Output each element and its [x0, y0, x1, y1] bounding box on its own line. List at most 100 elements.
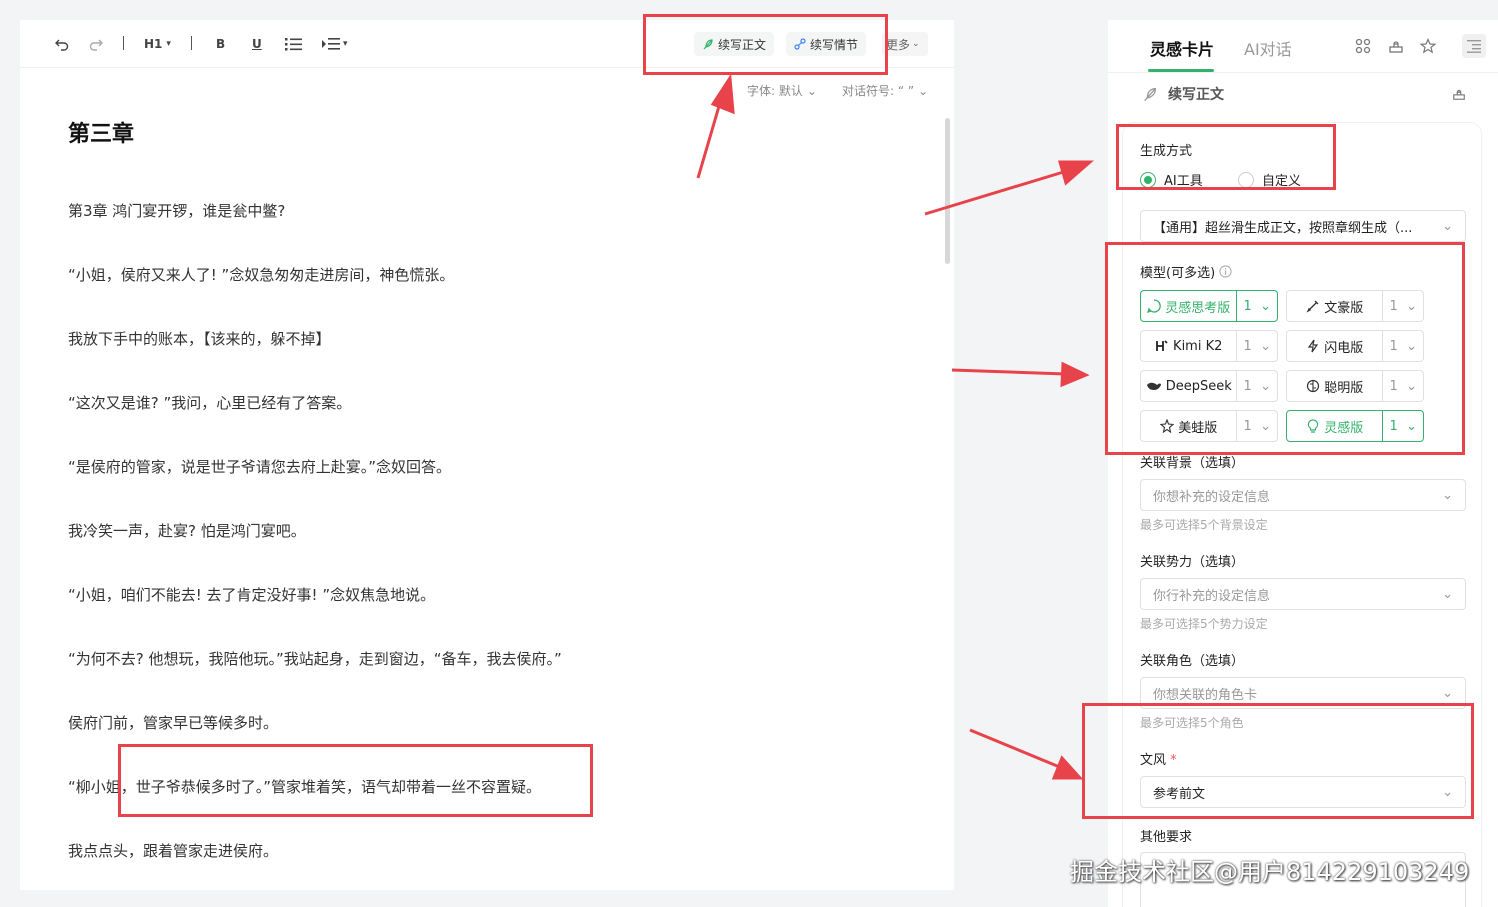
brain-icon: [1147, 299, 1162, 313]
radio-custom-label: 自定义: [1262, 174, 1302, 189]
model-option[interactable]: 聪明版 1 ⌄: [1286, 370, 1424, 402]
paragraph[interactable]: “柳小姐，世子爷恭候多时了。”管家堆着笑，语气却带着一丝不容置疑。: [68, 776, 541, 797]
info-icon[interactable]: [1219, 265, 1232, 278]
paragraph[interactable]: 第3章 鸿门宴开锣，谁是瓮中鳖?: [68, 200, 285, 221]
deepseek-whale-icon: [1146, 379, 1162, 393]
model-count: 1: [1389, 338, 1398, 354]
paragraph[interactable]: “小姐，侯府又来人了! ”念奴急匆匆走进房间，神色慌张。: [68, 264, 454, 285]
chevron-down-icon: ⌄: [1260, 418, 1271, 434]
model-name-toggle[interactable]: 美蛙版: [1141, 411, 1238, 441]
grid-icon[interactable]: [1355, 38, 1371, 58]
paragraph[interactable]: 侯府门前，管家早已等候多时。: [68, 712, 278, 733]
model-name-toggle[interactable]: 灵感思考版: [1141, 291, 1238, 321]
chevron-down-icon: ⌄: [1406, 338, 1417, 354]
tab-ai-chat[interactable]: AI对话: [1244, 36, 1292, 60]
bg-hint: 最多可选择5个背景设定: [1140, 518, 1268, 532]
chapter-title[interactable]: 第三章: [68, 116, 134, 148]
model-count-select[interactable]: 1 ⌄: [1383, 419, 1423, 434]
paragraph[interactable]: “为何不去? 他想玩，我陪他玩。”我站起身，走到窗边，“备车，我去侯府。”: [68, 648, 562, 669]
bg-label: 关联背景（选填）: [1140, 456, 1245, 471]
undo-icon[interactable]: [54, 34, 70, 54]
model-label: 模型(可多选): [1140, 266, 1216, 281]
radio-ai-tool[interactable]: AI工具: [1140, 170, 1203, 189]
paragraph[interactable]: “这次又是谁? ”我问，心里已经有了答案。: [68, 392, 351, 413]
chevron-down-icon: ⌄: [1260, 378, 1271, 394]
editor-scrollbar[interactable]: [945, 118, 950, 264]
indent-dropdown[interactable]: ▾: [322, 34, 348, 54]
bg-select[interactable]: 你想补充的设定信息 ⌄: [1140, 479, 1466, 511]
model-option[interactable]: 文豪版 1 ⌄: [1286, 290, 1424, 322]
model-name-toggle[interactable]: 闪电版: [1287, 331, 1384, 361]
star-icon[interactable]: [1419, 38, 1437, 58]
model-name: 闪电版: [1324, 340, 1364, 356]
continue-text-button[interactable]: 续写正文: [694, 32, 775, 56]
heading-label: H1: [144, 37, 163, 51]
role-placeholder: 你想关联的角色卡: [1153, 687, 1258, 703]
font-option-dropdown[interactable]: 字体: 默认 ⌄: [747, 82, 817, 99]
style-label-row: 文风 *: [1140, 749, 1177, 768]
model-option[interactable]: Kimi K2 1 ⌄: [1140, 330, 1278, 362]
model-count-select[interactable]: 1 ⌄: [1237, 299, 1277, 314]
brush-icon: [1306, 299, 1320, 313]
redo-icon[interactable]: [88, 34, 104, 54]
paragraph[interactable]: 我放下手中的账本，【该来的，躲不掉】: [68, 328, 331, 349]
model-count-select[interactable]: 1 ⌄: [1383, 339, 1423, 354]
model-option[interactable]: 灵感思考版 1 ⌄: [1140, 290, 1278, 322]
gen-method-label: 生成方式: [1140, 144, 1193, 159]
continue-plot-button[interactable]: 续写情节: [786, 32, 867, 56]
paragraph[interactable]: 我点点头，跟着管家走进侯府。: [68, 840, 278, 861]
stamp-icon[interactable]: [1452, 86, 1466, 105]
chevron-down-icon: ⌄: [1442, 586, 1453, 602]
section-title: 续写正文: [1168, 87, 1224, 103]
model-count-select[interactable]: 1 ⌄: [1383, 379, 1423, 394]
annotation-arrow: [969, 728, 1063, 770]
preset-select[interactable]: 【通用】超丝滑生成正文，按照章纲生成（... ⌄: [1140, 210, 1466, 242]
frog-sparkle-icon: [1160, 419, 1175, 433]
model-name-toggle[interactable]: DeepSeek: [1141, 371, 1238, 401]
tab-inspiration-cards[interactable]: 灵感卡片: [1150, 36, 1214, 60]
force-placeholder: 你行补充的设定信息: [1153, 588, 1271, 604]
stamp-icon[interactable]: [1388, 38, 1404, 58]
underline-button[interactable]: U: [252, 34, 262, 54]
radio-custom[interactable]: 自定义: [1238, 170, 1301, 189]
continue-plot-label: 续写情节: [810, 37, 859, 52]
model-count-select[interactable]: 1 ⌄: [1237, 419, 1277, 434]
indent-icon: [322, 38, 340, 50]
model-name-toggle[interactable]: Kimi K2: [1141, 331, 1238, 361]
model-count: 1: [1389, 378, 1398, 394]
style-select[interactable]: 参考前文 ⌄: [1140, 776, 1466, 808]
other-label: 其他要求: [1140, 830, 1193, 845]
paragraph[interactable]: “小姐，咱们不能去! 去了肯定没好事! ”念奴焦急地说。: [68, 584, 435, 605]
role-select[interactable]: 你想关联的角色卡 ⌄: [1140, 677, 1466, 709]
side-panel: 灵感卡片 AI对话 续写正文 生成方式 AI工具 自定义 【通用】超丝滑生成正文…: [1108, 20, 1498, 907]
force-select[interactable]: 你行补充的设定信息 ⌄: [1140, 578, 1466, 610]
force-hint: 最多可选择5个势力设定: [1140, 617, 1268, 631]
bold-button[interactable]: B: [216, 34, 225, 54]
style-value: 参考前文: [1153, 786, 1206, 802]
bullet-list-icon[interactable]: [285, 34, 302, 54]
model-count: 1: [1389, 298, 1398, 314]
model-option[interactable]: 灵感版 1 ⌄: [1286, 410, 1424, 442]
quote-option-dropdown[interactable]: 对话符号: “ ” ⌄: [842, 82, 928, 99]
model-name-toggle[interactable]: 聪明版: [1287, 371, 1384, 401]
role-hint: 最多可选择5个角色: [1140, 716, 1244, 730]
collapse-panel-icon[interactable]: [1462, 34, 1486, 58]
model-name-toggle[interactable]: 文豪版: [1287, 291, 1384, 321]
chevron-down-icon: ⌄: [1406, 298, 1417, 314]
model-name: 灵感思考版: [1165, 300, 1231, 316]
model-count-select[interactable]: 1 ⌄: [1237, 339, 1277, 354]
model-option[interactable]: 美蛙版 1 ⌄: [1140, 410, 1278, 442]
paragraph[interactable]: 我冷笑一声，赴宴? 怕是鸿门宴吧。: [68, 520, 306, 541]
model-option[interactable]: 闪电版 1 ⌄: [1286, 330, 1424, 362]
model-count-select[interactable]: 1 ⌄: [1383, 299, 1423, 314]
model-name-toggle[interactable]: 灵感版: [1287, 411, 1384, 441]
paragraph[interactable]: “是侯府的管家，说是世子爷请您去府上赴宴。”念奴回答。: [68, 456, 451, 477]
radio-checked-icon: [1140, 171, 1156, 188]
model-count-select[interactable]: 1 ⌄: [1237, 379, 1277, 394]
model-option[interactable]: DeepSeek 1 ⌄: [1140, 370, 1278, 402]
more-dropdown[interactable]: 更多 ⌄: [882, 32, 928, 56]
required-mark: *: [1170, 753, 1177, 768]
feather-icon: [1144, 87, 1157, 102]
toolbar-divider: [191, 36, 192, 50]
heading-dropdown[interactable]: H1 ▾: [144, 34, 171, 54]
